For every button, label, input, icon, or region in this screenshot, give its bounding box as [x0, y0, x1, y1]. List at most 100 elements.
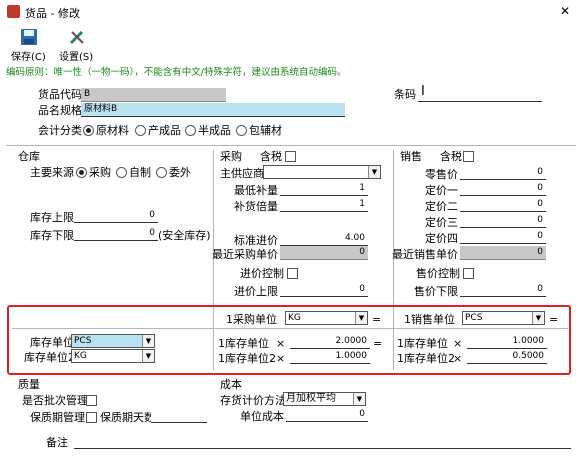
valuation-method-value: 月加权平均 [286, 393, 336, 404]
purchase-conv1-label: 1库存单位 [218, 337, 269, 350]
purchase-tax-label: 含税 [260, 150, 282, 163]
source-selfmade-label: 自制 [129, 166, 151, 179]
barcode-field[interactable] [418, 88, 542, 102]
text-cursor-icon: Ⅰ [421, 84, 425, 99]
purchase-conv1-x: × [276, 337, 286, 350]
spec-field[interactable]: 原材料B [81, 103, 345, 117]
purchase-unit-select[interactable]: KG ▼ [285, 311, 368, 325]
chevron-down-icon: ▼ [368, 166, 380, 178]
quality-section-title: 质量 [18, 378, 40, 391]
remark-label: 备注 [46, 436, 68, 449]
purchase-conv2-label: 1库存单位2 [218, 352, 276, 365]
supplier-select[interactable]: ▼ [263, 165, 381, 179]
settings-label: 设置(S) [59, 52, 94, 63]
sales-control-label: 售价控制 [416, 267, 460, 280]
save-label: 保存(C) [11, 52, 46, 63]
stock-unit2-select[interactable]: KG ▼ [71, 349, 155, 363]
shelf-days-field[interactable] [151, 409, 207, 423]
chevron-down-icon: ▼ [353, 393, 365, 405]
title-bar: 货品 - 修改 ✕ [0, 0, 583, 24]
retail-price-field[interactable]: 0 [460, 166, 546, 180]
price3-field[interactable]: 0 [460, 214, 546, 228]
sales-tax-label: 含税 [440, 150, 462, 163]
last-sales-price-field: 0 [460, 246, 546, 260]
sales-unit-label: 1销售单位 [404, 313, 455, 326]
source-outsource-label: 委外 [169, 166, 191, 179]
valuation-method-label: 存货计价方法 [220, 394, 286, 407]
purchase-conv2-field[interactable]: 1.0000 [290, 350, 370, 364]
sales-min-field[interactable]: 0 [460, 283, 546, 297]
settings-button[interactable]: 设置(S) [56, 26, 96, 63]
purchase-tax-checkbox[interactable] [285, 151, 296, 162]
unit-cost-field[interactable]: 0 [286, 408, 368, 422]
save-button[interactable]: 保存(C) [8, 26, 50, 63]
toolbar: 保存(C) 设置(S) [0, 24, 583, 64]
price-control-label: 进价控制 [240, 267, 284, 280]
close-icon[interactable]: ✕ [560, 4, 570, 18]
purchase-conv1-field[interactable]: 2.0000 [290, 335, 370, 349]
stock-unit-select[interactable]: PCS ▼ [71, 334, 155, 348]
stock-unit-value: PCS [74, 336, 92, 346]
warehouse-section-title: 仓库 [18, 150, 40, 163]
sales-control-checkbox[interactable] [463, 268, 474, 279]
purchase-section-title: 采购 [220, 150, 242, 163]
class-radio-finished[interactable] [135, 125, 146, 136]
retail-price-label: 零售价 [425, 168, 458, 181]
price1-field[interactable]: 0 [460, 182, 546, 196]
divider [6, 145, 576, 146]
last-sales-price-label: 最近销售单价 [392, 248, 458, 261]
stock-max-label: 库存上限 [30, 211, 74, 224]
safety-stock-note: (安全库存) [158, 229, 211, 242]
price2-field[interactable]: 0 [460, 198, 546, 212]
class-radio-raw[interactable] [83, 125, 94, 136]
window-title: 货品 - 修改 [25, 7, 80, 20]
class-pack-label: 包辅材 [249, 124, 282, 137]
supplier-label: 主供应商 [220, 167, 264, 180]
valuation-method-select[interactable]: 月加权平均 ▼ [283, 392, 366, 406]
sales-conv2-label: 1库存单位2 [397, 352, 455, 365]
sales-section-title: 销售 [400, 150, 422, 163]
price-max-field[interactable]: 0 [280, 283, 368, 297]
sales-unit-select[interactable]: PCS ▼ [462, 311, 545, 325]
sales-conv2-field[interactable]: 0.5000 [467, 350, 547, 364]
purchase-conv1-eq: = [373, 337, 383, 350]
min-qty-field[interactable]: 1 [280, 182, 368, 196]
source-radio-outsource[interactable] [156, 167, 167, 178]
class-semi-label: 半成品 [198, 124, 231, 137]
purchase-unit-value: KG [288, 313, 301, 323]
class-radio-pack[interactable] [236, 125, 247, 136]
sales-conv1-x: × [453, 337, 463, 350]
sales-conv2-x: × [453, 352, 463, 365]
stock-min-field[interactable]: 0 [74, 227, 158, 241]
price3-label: 定价三 [425, 216, 458, 229]
price4-field[interactable]: 0 [460, 230, 546, 244]
class-label: 会计分类 [38, 124, 82, 137]
min-qty-label: 最低补量 [234, 184, 278, 197]
source-radio-selfmade[interactable] [116, 167, 127, 178]
remark-field[interactable] [74, 435, 571, 449]
std-price-field[interactable]: 4.00 [280, 232, 368, 246]
code-field[interactable]: B [81, 88, 226, 102]
source-label: 主要来源 [30, 166, 74, 179]
sales-conv1-label: 1库存单位 [397, 337, 448, 350]
batch-checkbox[interactable] [86, 395, 97, 406]
shelf-life-checkbox[interactable] [86, 412, 97, 423]
last-purchase-price-field: 0 [280, 246, 368, 260]
multiple-field[interactable]: 1 [280, 198, 368, 212]
sales-unit-eq: = [549, 313, 559, 326]
class-radio-semi[interactable] [185, 125, 196, 136]
last-purchase-price-label: 最近采购单价 [212, 248, 278, 261]
class-finished-label: 产成品 [148, 124, 181, 137]
tools-icon [69, 30, 84, 45]
stock-min-label: 库存下限 [30, 229, 74, 242]
batch-label: 是否批次管理 [22, 394, 88, 407]
chevron-down-icon: ▼ [142, 335, 154, 347]
sales-conv1-field[interactable]: 1.0000 [467, 335, 547, 349]
source-radio-purchase[interactable] [76, 167, 87, 178]
sales-tax-checkbox[interactable] [463, 151, 474, 162]
stock-max-field[interactable]: 0 [74, 209, 158, 223]
notice-text: 编码原则：唯一性（一物一码），不能含有中文/特殊字符，建议由系统自动编码。 [6, 67, 347, 78]
price-control-checkbox[interactable] [287, 268, 298, 279]
stock-unit2-value: KG [74, 351, 87, 361]
price1-label: 定价一 [425, 184, 458, 197]
